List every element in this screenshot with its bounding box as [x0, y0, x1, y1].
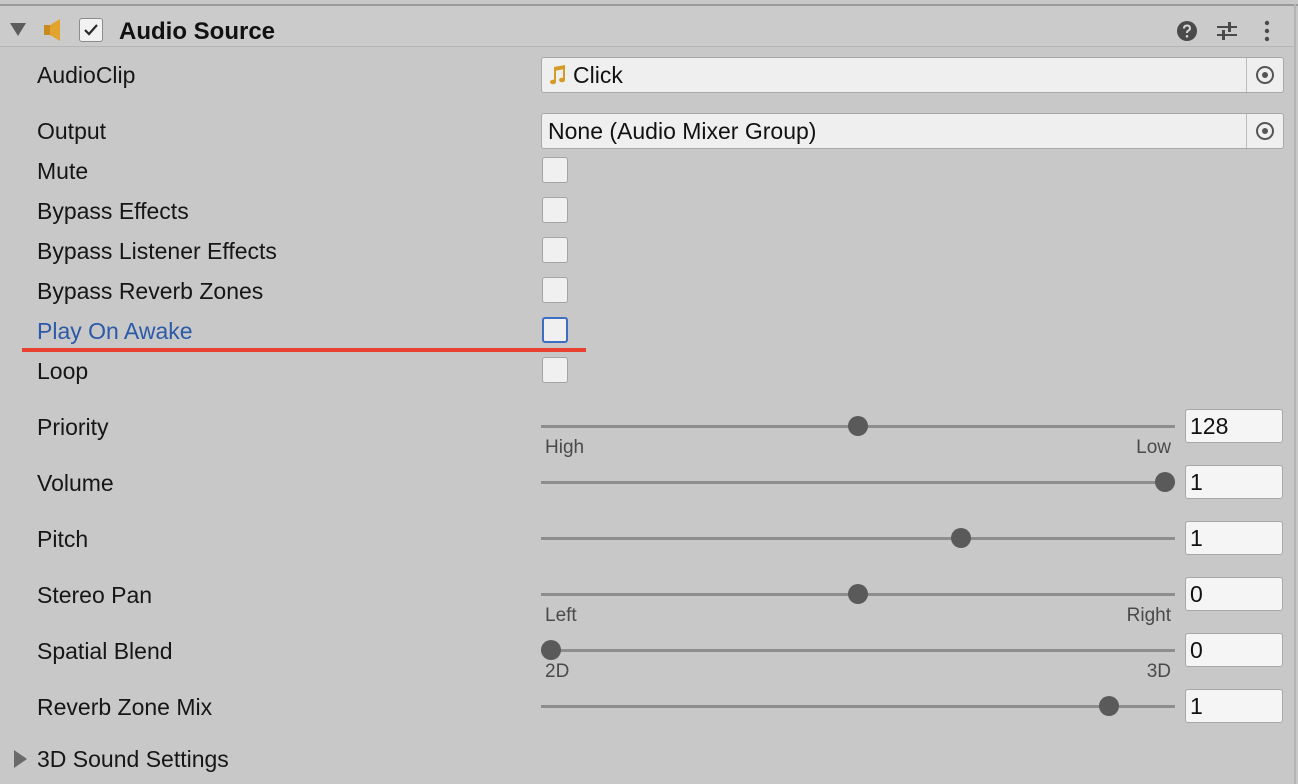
bypass-effects-checkbox[interactable] [542, 197, 568, 223]
presets-icon[interactable] [1215, 19, 1239, 43]
priority-label: Priority [37, 414, 109, 440]
right-border [1294, 4, 1296, 784]
reverb-zone-mix-number-field[interactable]: 1 [1185, 689, 1283, 723]
output-field[interactable]: None (Audio Mixer Group) [541, 113, 1284, 149]
loop-checkbox[interactable] [542, 357, 568, 383]
bypass-effects-label: Bypass Effects [37, 198, 189, 224]
output-object-picker[interactable] [1246, 114, 1283, 148]
spatial-blend-number-field[interactable]: 0 [1185, 633, 1283, 667]
help-icon[interactable] [1175, 19, 1199, 43]
pitch-value: 1 [1190, 525, 1203, 551]
stereo-pan-min-label: Left [545, 605, 577, 626]
mute-checkbox[interactable] [542, 157, 568, 183]
reverb-zone-mix-slider-track[interactable] [541, 705, 1175, 708]
object-picker-icon [1256, 66, 1274, 84]
spatial-blend-slider-track[interactable] [541, 649, 1175, 652]
priority-number-field[interactable]: 128 [1185, 409, 1283, 443]
volume-label: Volume [37, 470, 114, 496]
audioclip-label: AudioClip [37, 62, 136, 88]
reverb-zone-mix-value: 1 [1190, 693, 1203, 719]
bypass-reverb-zones-checkbox[interactable] [542, 277, 568, 303]
spatial-blend-value: 0 [1190, 637, 1203, 663]
collapse-triangle-icon[interactable] [10, 23, 26, 36]
speaker-icon [42, 18, 66, 42]
reverb-zone-mix-slider-thumb[interactable] [1099, 696, 1120, 716]
audioclip-field[interactable]: Click [541, 57, 1284, 93]
kebab-menu-icon[interactable] [1255, 19, 1279, 43]
priority-max-label: Low [1136, 437, 1171, 458]
pitch-number-field[interactable]: 1 [1185, 521, 1283, 555]
loop-label: Loop [37, 358, 89, 384]
priority-value: 128 [1190, 413, 1229, 439]
stereo-pan-slider-thumb[interactable] [848, 584, 868, 604]
volume-number-field[interactable]: 1 [1185, 465, 1283, 499]
output-label: Output [37, 118, 107, 144]
object-picker-icon [1256, 122, 1274, 140]
mute-label: Mute [37, 158, 89, 184]
stereo-pan-label: Stereo Pan [37, 582, 153, 608]
pitch-slider-track[interactable] [541, 537, 1175, 540]
spatial-blend-max-label: 3D [1146, 661, 1171, 682]
audioclip-object-picker[interactable] [1246, 58, 1283, 92]
volume-slider-track[interactable] [541, 481, 1175, 484]
play-on-awake-checkbox[interactable] [542, 317, 568, 343]
annotation-underline [22, 348, 586, 352]
component-title: Audio Source [119, 18, 276, 45]
spatial-blend-slider-thumb[interactable] [541, 640, 561, 660]
volume-value: 1 [1190, 469, 1203, 495]
spatial-blend-min-label: 2D [545, 661, 570, 682]
3d-sound-settings-foldout[interactable]: 3D Sound Settings [37, 745, 229, 773]
output-value: None (Audio Mixer Group) [548, 118, 817, 144]
stereo-pan-number-field[interactable]: 0 [1185, 577, 1283, 611]
checkmark-icon [84, 24, 98, 36]
priority-min-label: High [545, 437, 585, 458]
stereo-pan-max-label: Right [1126, 605, 1171, 626]
reverb-zone-mix-label: Reverb Zone Mix [37, 694, 213, 720]
music-note-icon [550, 65, 565, 85]
spatial-blend-label: Spatial Blend [37, 638, 173, 664]
stereo-pan-value: 0 [1190, 581, 1203, 607]
component-enabled-checkbox[interactable] [79, 18, 103, 42]
volume-slider-thumb[interactable] [1155, 472, 1175, 492]
bypass-reverb-zones-label: Bypass Reverb Zones [37, 278, 264, 304]
audioclip-value: Click [573, 62, 623, 88]
component-header[interactable]: Audio Source [0, 6, 1294, 47]
pitch-label: Pitch [37, 526, 89, 552]
play-on-awake-label: Play On Awake [37, 318, 193, 344]
bypass-listener-effects-label: Bypass Listener Effects [37, 238, 277, 264]
expand-triangle-icon[interactable] [14, 750, 27, 768]
priority-slider-thumb[interactable] [848, 416, 868, 436]
bypass-listener-effects-checkbox[interactable] [542, 237, 568, 263]
pitch-slider-thumb[interactable] [950, 528, 971, 548]
